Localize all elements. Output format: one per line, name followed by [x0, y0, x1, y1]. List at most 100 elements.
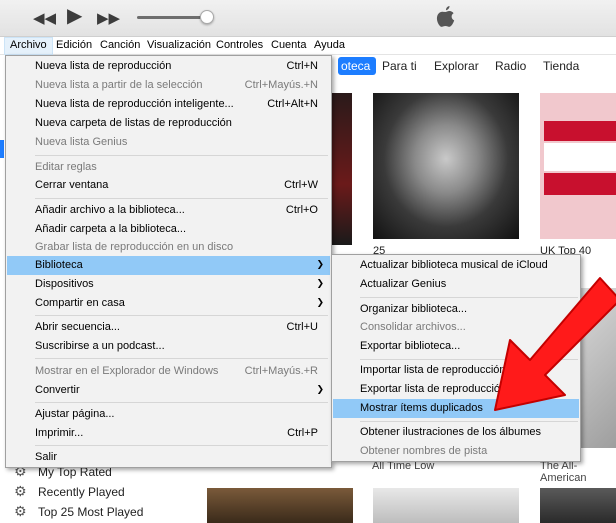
- apple-logo-icon: [436, 6, 455, 27]
- menu-item-mostrar-explorador: Mostrar en el Explorador de Windows Ctrl+…: [7, 362, 330, 381]
- menu-separator: [35, 155, 328, 156]
- album-art[interactable]: [207, 488, 353, 523]
- volume-knob[interactable]: [200, 10, 214, 24]
- sidebar-item-label: Recently Played: [38, 485, 125, 499]
- menu-item-label: Suscribirse a un podcast...: [35, 340, 165, 352]
- shortcut-label: Ctrl+U: [286, 321, 318, 333]
- submenu-item-obtener-nombres-pista: Obtener nombres de pista: [333, 442, 579, 461]
- chevron-right-icon: ❯: [316, 298, 324, 308]
- menu-controles[interactable]: Controles: [211, 37, 268, 55]
- gear-icon: ⚙: [14, 504, 27, 520]
- album-art-uk-top-40[interactable]: [540, 93, 616, 239]
- archivo-menu: Nueva lista de reproducción Ctrl+N Nueva …: [5, 55, 332, 468]
- menu-item-nueva-carpeta[interactable]: Nueva carpeta de listas de reproducción: [7, 114, 330, 133]
- tab-explorar[interactable]: Explorar: [434, 59, 479, 73]
- menu-cancion[interactable]: Canción: [95, 37, 145, 55]
- menu-item-label: Obtener nombres de pista: [360, 445, 488, 457]
- menu-item-label: Mostrar en el Explorador de Windows: [35, 365, 219, 377]
- menu-item-nueva-lista-genius: Nueva lista Genius: [7, 133, 330, 152]
- sidebar-item-label: Top 25 Most Played: [38, 505, 144, 519]
- menu-separator: [35, 315, 328, 316]
- album-art-25[interactable]: [373, 93, 519, 239]
- menu-item-label: Nueva carpeta de listas de reproducción: [35, 117, 232, 129]
- menu-item-anadir-carpeta[interactable]: Añadir carpeta a la biblioteca...: [7, 220, 330, 239]
- shortcut-label: Ctrl+W: [284, 179, 318, 191]
- sidebar-item-top-25-most-played[interactable]: ⚙ Top 25 Most Played: [14, 502, 143, 522]
- menu-item-label: Nueva lista Genius: [35, 136, 128, 148]
- menu-item-editar-reglas: Editar reglas: [7, 158, 330, 177]
- menu-item-label: Añadir archivo a la biblioteca...: [35, 204, 185, 216]
- menu-item-nueva-lista-inteligente[interactable]: Nueva lista de reproducción inteligente.…: [7, 95, 330, 114]
- menu-item-label: Añadir carpeta a la biblioteca...: [35, 223, 187, 235]
- menu-separator: [35, 358, 328, 359]
- menu-item-label: Editar reglas: [35, 161, 97, 173]
- menu-item-label: Grabar lista de reproducción en un disco: [35, 241, 234, 253]
- annotation-arrow-icon: [494, 277, 616, 411]
- menu-item-label: Actualizar Genius: [360, 278, 447, 290]
- sidebar-selection-indicator: [0, 140, 4, 158]
- shortcut-label: Ctrl+N: [286, 60, 318, 72]
- menu-item-label: Nueva lista de reproducción inteligente.…: [35, 98, 234, 110]
- menu-item-salir[interactable]: Salir: [7, 448, 330, 467]
- menu-item-label: Salir: [35, 451, 58, 463]
- album-title-all-american[interactable]: The All-American: [540, 460, 616, 484]
- menu-item-biblioteca[interactable]: Biblioteca ❯: [7, 256, 330, 275]
- gear-icon: ⚙: [14, 484, 27, 500]
- tab-para-ti[interactable]: Para ti: [382, 59, 417, 73]
- menu-item-label: Convertir: [35, 384, 80, 396]
- menu-edicion[interactable]: Edición: [51, 37, 97, 55]
- menu-item-abrir-secuencia[interactable]: Abrir secuencia... Ctrl+U: [7, 318, 330, 337]
- volume-slider[interactable]: [137, 16, 207, 19]
- menu-ayuda[interactable]: Ayuda: [309, 37, 350, 55]
- menu-item-label: Consolidar archivos...: [360, 321, 466, 333]
- player-bar: ◀◀ ▶ ▶▶: [0, 0, 616, 37]
- fast-forward-icon[interactable]: ▶▶: [97, 8, 120, 28]
- chevron-right-icon: ❯: [316, 260, 324, 270]
- menu-item-dispositivos[interactable]: Dispositivos ❯: [7, 275, 330, 294]
- menu-item-grabar-lista: Grabar lista de reproducción en un disco: [7, 238, 330, 257]
- menu-item-label: Biblioteca: [35, 259, 83, 271]
- shortcut-label: Ctrl+Mayús.+N: [244, 79, 318, 91]
- shortcut-label: Ctrl+Mayús.+R: [244, 365, 318, 377]
- menu-archivo[interactable]: Archivo: [4, 37, 53, 55]
- menu-item-anadir-archivo[interactable]: Añadir archivo a la biblioteca... Ctrl+O: [7, 201, 330, 220]
- menu-item-label: Abrir secuencia...: [35, 321, 120, 333]
- menu-item-compartir-en-casa[interactable]: Compartir en casa ❯: [7, 294, 330, 313]
- menu-item-imprimir[interactable]: Imprimir... Ctrl+P: [7, 424, 330, 443]
- menu-separator: [35, 445, 328, 446]
- album-art[interactable]: [373, 488, 519, 523]
- menu-cuenta[interactable]: Cuenta: [266, 37, 311, 55]
- menu-separator: [35, 198, 328, 199]
- shortcut-label: Ctrl+Alt+N: [267, 98, 318, 110]
- menu-visualizacion[interactable]: Visualización: [142, 37, 216, 55]
- menu-item-nueva-lista[interactable]: Nueva lista de reproducción Ctrl+N: [7, 57, 330, 76]
- menu-item-label: Compartir en casa: [35, 297, 125, 309]
- menu-item-label: Organizar biblioteca...: [360, 303, 467, 315]
- tab-tienda[interactable]: Tienda: [543, 59, 579, 73]
- menu-item-cerrar-ventana[interactable]: Cerrar ventana Ctrl+W: [7, 176, 330, 195]
- sidebar-item-recently-played[interactable]: ⚙ Recently Played: [14, 482, 125, 502]
- chevron-right-icon: ❯: [316, 385, 324, 395]
- tab-radio[interactable]: Radio: [495, 59, 526, 73]
- menu-item-label: Nueva lista de reproducción: [35, 60, 172, 72]
- menu-item-label: Imprimir...: [35, 427, 84, 439]
- menu-separator: [35, 402, 328, 403]
- chevron-right-icon: ❯: [316, 279, 324, 289]
- shortcut-label: Ctrl+O: [285, 204, 318, 216]
- menu-item-label: Cerrar ventana: [35, 179, 109, 191]
- menu-item-label: Ajustar página...: [35, 408, 115, 420]
- menu-item-nueva-lista-seleccion: Nueva lista a partir de la selección Ctrl…: [7, 76, 330, 95]
- tab-biblioteca[interactable]: oteca: [338, 57, 377, 75]
- album-art[interactable]: [332, 93, 352, 245]
- menu-item-convertir[interactable]: Convertir ❯: [7, 381, 330, 400]
- rewind-icon[interactable]: ◀◀: [33, 8, 56, 28]
- menu-item-ajustar-pagina[interactable]: Ajustar página...: [7, 405, 330, 424]
- menu-item-label: Exportar biblioteca...: [360, 340, 461, 352]
- album-art[interactable]: [540, 488, 616, 523]
- menu-bar: Archivo Edición Canción Visualización Co…: [0, 37, 616, 55]
- shortcut-label: Ctrl+P: [287, 427, 318, 439]
- menu-item-suscribirse-podcast[interactable]: Suscribirse a un podcast...: [7, 337, 330, 356]
- menu-item-label: Nueva lista a partir de la selección: [35, 79, 203, 91]
- play-icon[interactable]: ▶: [67, 5, 82, 25]
- menu-item-label: Dispositivos: [35, 278, 94, 290]
